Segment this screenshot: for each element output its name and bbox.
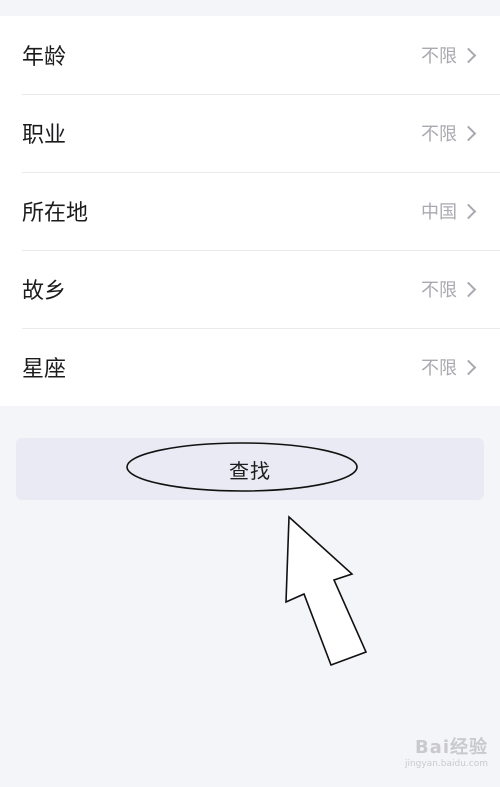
chevron-right-icon — [460, 281, 477, 297]
watermark-logo: Bai经验 — [414, 737, 488, 758]
filter-row-hometown[interactable]: 故乡 不限 — [0, 250, 500, 328]
filter-label-zodiac: 星座 — [22, 357, 67, 382]
filter-value-age: 不限 — [421, 46, 457, 67]
filter-value-hometown: 不限 — [421, 280, 457, 301]
chevron-right-icon — [460, 359, 477, 375]
chevron-right-icon — [460, 125, 477, 141]
filter-value-zodiac: 不限 — [421, 358, 457, 379]
filter-row-age[interactable]: 年龄 不限 — [0, 16, 500, 94]
filter-label-location: 所在地 — [22, 201, 89, 226]
filter-value-occupation: 不限 — [421, 124, 457, 145]
chevron-right-icon — [460, 203, 477, 219]
filter-label-age: 年龄 — [22, 45, 67, 70]
filter-row-zodiac[interactable]: 星座 不限 — [0, 328, 500, 406]
watermark: Bai经验 jingyan.baidu.com — [405, 733, 488, 769]
search-button[interactable]: 查找 — [16, 438, 484, 500]
filter-row-occupation[interactable]: 职业 不限 — [0, 94, 500, 172]
filter-row-location[interactable]: 所在地 中国 — [0, 172, 500, 250]
search-button-label: 查找 — [229, 460, 271, 483]
filter-label-hometown: 故乡 — [22, 279, 67, 304]
watermark-url: jingyan.baidu.com — [404, 759, 488, 769]
chevron-right-icon — [460, 47, 477, 63]
filter-value-location: 中国 — [421, 202, 457, 223]
filter-list: 年龄 不限 职业 不限 所在地 中国 故乡 不限 星座 不限 — [0, 16, 500, 406]
filter-label-occupation: 职业 — [22, 123, 67, 148]
pointer-arrow-annotation — [285, 515, 368, 667]
